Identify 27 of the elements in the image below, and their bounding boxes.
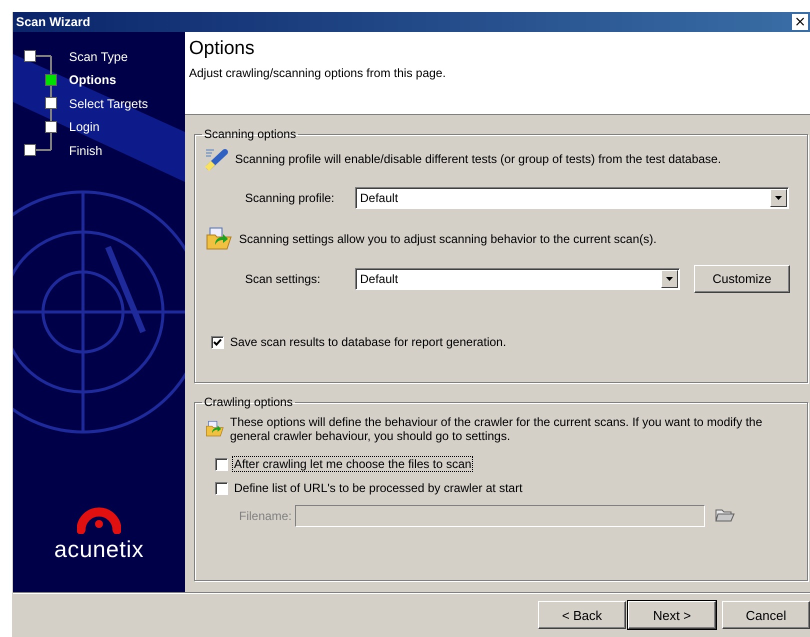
step-label[interactable]: Scan Type: [69, 50, 128, 64]
step-label[interactable]: Options: [69, 73, 116, 88]
wizard-button[interactable]: Next >: [628, 601, 716, 629]
window-title: Scan Wizard: [16, 15, 90, 29]
step-label[interactable]: Finish: [69, 144, 102, 158]
group-title: Crawling options: [203, 395, 294, 409]
wizard-button[interactable]: < Back: [538, 601, 626, 629]
wizard-button[interactable]: Cancel: [722, 601, 810, 629]
checkbox-label: After crawling let me choose the files to scan: [232, 456, 474, 472]
logo-text: acunetix: [54, 536, 144, 563]
close-button[interactable]: ×: [792, 14, 808, 30]
page-subtitle: Adjust crawling/scanning options from this page.: [189, 66, 447, 80]
note-text: These options will define the behaviour of the crawler for the current scans. If you want to modify the general crawler behaviour, you should go to settings.: [230, 415, 764, 443]
checkbox-label: Save scan results to database for report generation.: [229, 334, 508, 350]
field-label: Scanning profile:: [245, 191, 336, 205]
dropdown[interactable]: Default: [355, 268, 680, 290]
note-text: Scanning profile will enable/disable different tests (or group of tests) from the test database.: [235, 152, 722, 166]
step-label[interactable]: Select Targets: [69, 96, 148, 111]
customize-button[interactable]: Customize: [694, 265, 790, 293]
group-title: Scanning options: [203, 127, 298, 141]
checkbox-label: Define list of URL's to be processed by crawler at start: [233, 480, 524, 496]
field-label: Scan settings:: [245, 272, 322, 286]
page-title: Options: [189, 38, 256, 60]
note-text: Scanning settings allow you to adjust scanning behavior to the current scan(s).: [239, 232, 657, 246]
dropdown[interactable]: Default: [355, 187, 789, 209]
field-label: Filename:: [239, 509, 293, 523]
step-label[interactable]: Login: [69, 120, 100, 134]
